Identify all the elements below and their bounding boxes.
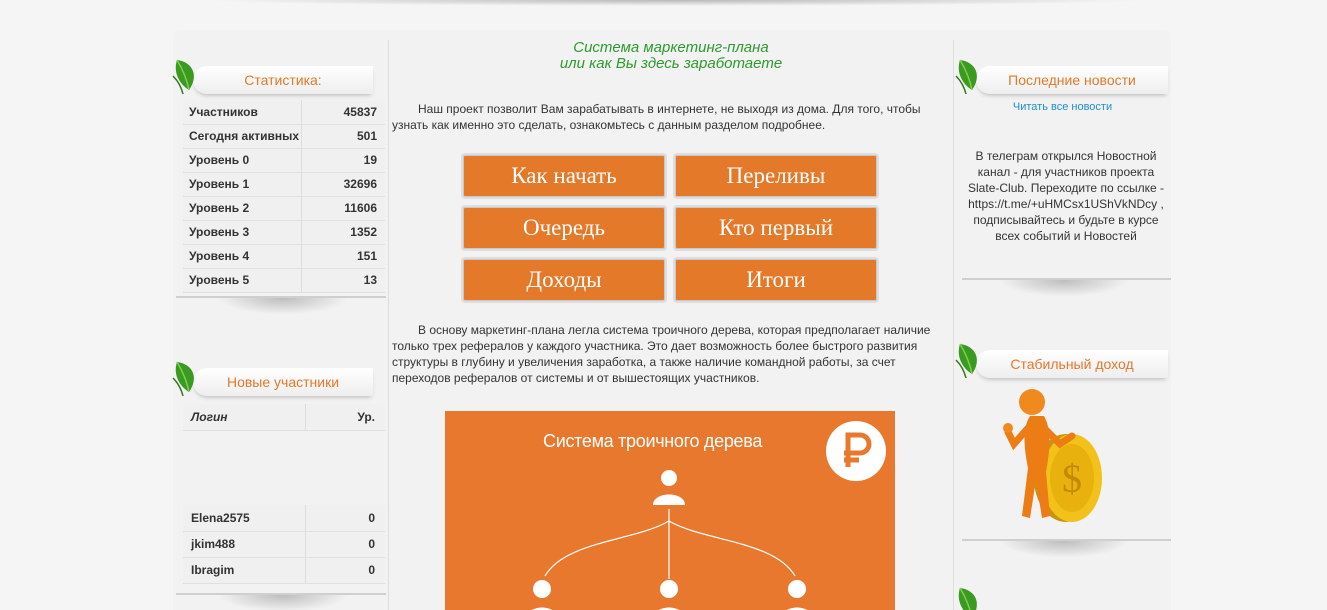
leaf-icon <box>958 587 977 610</box>
leaf-icon <box>172 361 194 397</box>
news-header: Последние новости <box>955 59 1168 98</box>
svg-text:$: $ <box>1062 456 1082 501</box>
user-icon <box>653 470 685 505</box>
stats-header: Статистика: <box>172 59 373 98</box>
leaf-icon <box>172 59 194 95</box>
right-sidebar: Последние новости Читать все новости В т… <box>954 30 1171 610</box>
intro-text: Наш проект позволит Вам зарабатывать в и… <box>392 102 921 132</box>
leaf-icon <box>955 59 977 95</box>
table-row: Уровень 4 151 <box>183 244 385 269</box>
how-to-start-button[interactable]: Как начать <box>463 155 665 197</box>
stats-table: Участников 45837 Сегодня активных 501 Уров… <box>183 100 385 293</box>
table-row: Ibragim 0 <box>183 557 385 584</box>
new-users-table: Elena2575 0 jkim488 0 Ibragim 0 <box>183 505 385 584</box>
income-header: Стабильный доход <box>955 343 1168 382</box>
table-row: Уровень 1 32696 <box>183 172 385 197</box>
table-row: Уровень 0 19 <box>183 148 385 173</box>
table-row: jkim488 0 <box>183 531 385 558</box>
news-item-text: В телеграм открылся Новостной канал - дл… <box>968 149 1164 243</box>
who-is-first-button[interactable]: Кто первый <box>675 207 877 249</box>
table-row: Уровень 5 13 <box>183 268 385 293</box>
table-row: Уровень 3 1352 <box>183 220 385 245</box>
ruble-icon <box>826 421 886 481</box>
results-button[interactable]: Итоги <box>675 259 877 301</box>
income-title: Стабильный доход <box>1010 356 1134 372</box>
body-text: В основу маркетинг-плана легла система т… <box>392 323 931 385</box>
column-header-level: Ур. <box>305 404 385 431</box>
main-content: Система маркетинг-плана или как Вы здесь… <box>389 30 953 610</box>
stats-title: Статистика: <box>244 72 322 88</box>
ternary-tree-image: Система троичного дерева <box>445 411 895 610</box>
new-users-header-row: Логин Ур. <box>183 404 385 431</box>
table-row: Сегодня активных 501 <box>183 124 385 149</box>
overflows-button[interactable]: Переливы <box>675 155 877 197</box>
column-header-login: Логин <box>183 404 306 431</box>
queue-button[interactable]: Очередь <box>463 207 665 249</box>
leaf-icon <box>955 343 977 379</box>
new-users-title: Новые участники <box>226 374 340 390</box>
table-row: Участников 45837 <box>183 100 385 125</box>
header-shadow <box>200 0 1150 6</box>
read-all-news-link[interactable]: Читать все новости <box>954 101 1171 113</box>
page-wrapper: Статистика: Участников 45837 Сегодня акти… <box>172 30 1171 610</box>
income-button[interactable]: Доходы <box>463 259 665 301</box>
user-icon <box>532 580 807 610</box>
new-users-header: Новые участники <box>172 361 373 400</box>
table-row: Уровень 2 11606 <box>183 196 385 221</box>
left-sidebar: Статистика: Участников 45837 Сегодня акти… <box>172 30 388 610</box>
table-row: Elena2575 0 <box>183 505 385 532</box>
news-title: Последние новости <box>1008 72 1136 88</box>
figure-coin-illustration: $ <box>1003 389 1102 522</box>
page-title: Система маркетинг-плана или как Вы здесь… <box>559 39 783 72</box>
